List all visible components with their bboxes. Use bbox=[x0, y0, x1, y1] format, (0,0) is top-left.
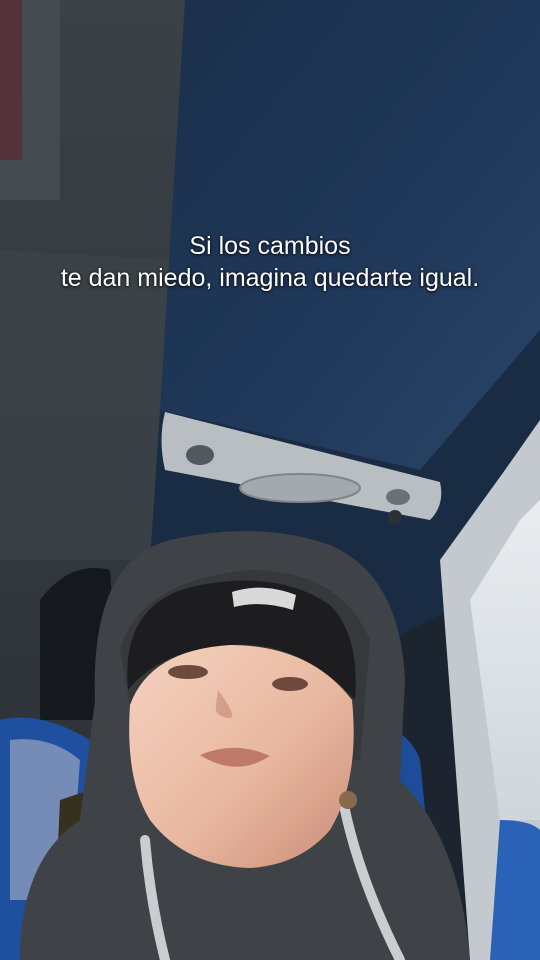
air-vent-right bbox=[386, 489, 410, 505]
caption-line-1: Si los cambios bbox=[189, 232, 351, 260]
drawstring-grommet bbox=[339, 791, 357, 809]
cabin-panel bbox=[0, 250, 170, 560]
left-eye bbox=[168, 665, 208, 679]
red-light-strip bbox=[0, 0, 22, 160]
right-eye bbox=[272, 677, 308, 691]
video-frame: Si los cambios te dan miedo, imagina que… bbox=[0, 0, 540, 960]
reading-lamp bbox=[388, 510, 402, 524]
video-caption: Si los cambios te dan miedo, imagina que… bbox=[0, 230, 540, 294]
bus-selfie-photo bbox=[0, 0, 540, 960]
reading-light-panel bbox=[239, 473, 361, 503]
air-vent-left bbox=[186, 445, 214, 465]
caption-line-2: te dan miedo, imagina quedarte igual. bbox=[60, 264, 480, 292]
